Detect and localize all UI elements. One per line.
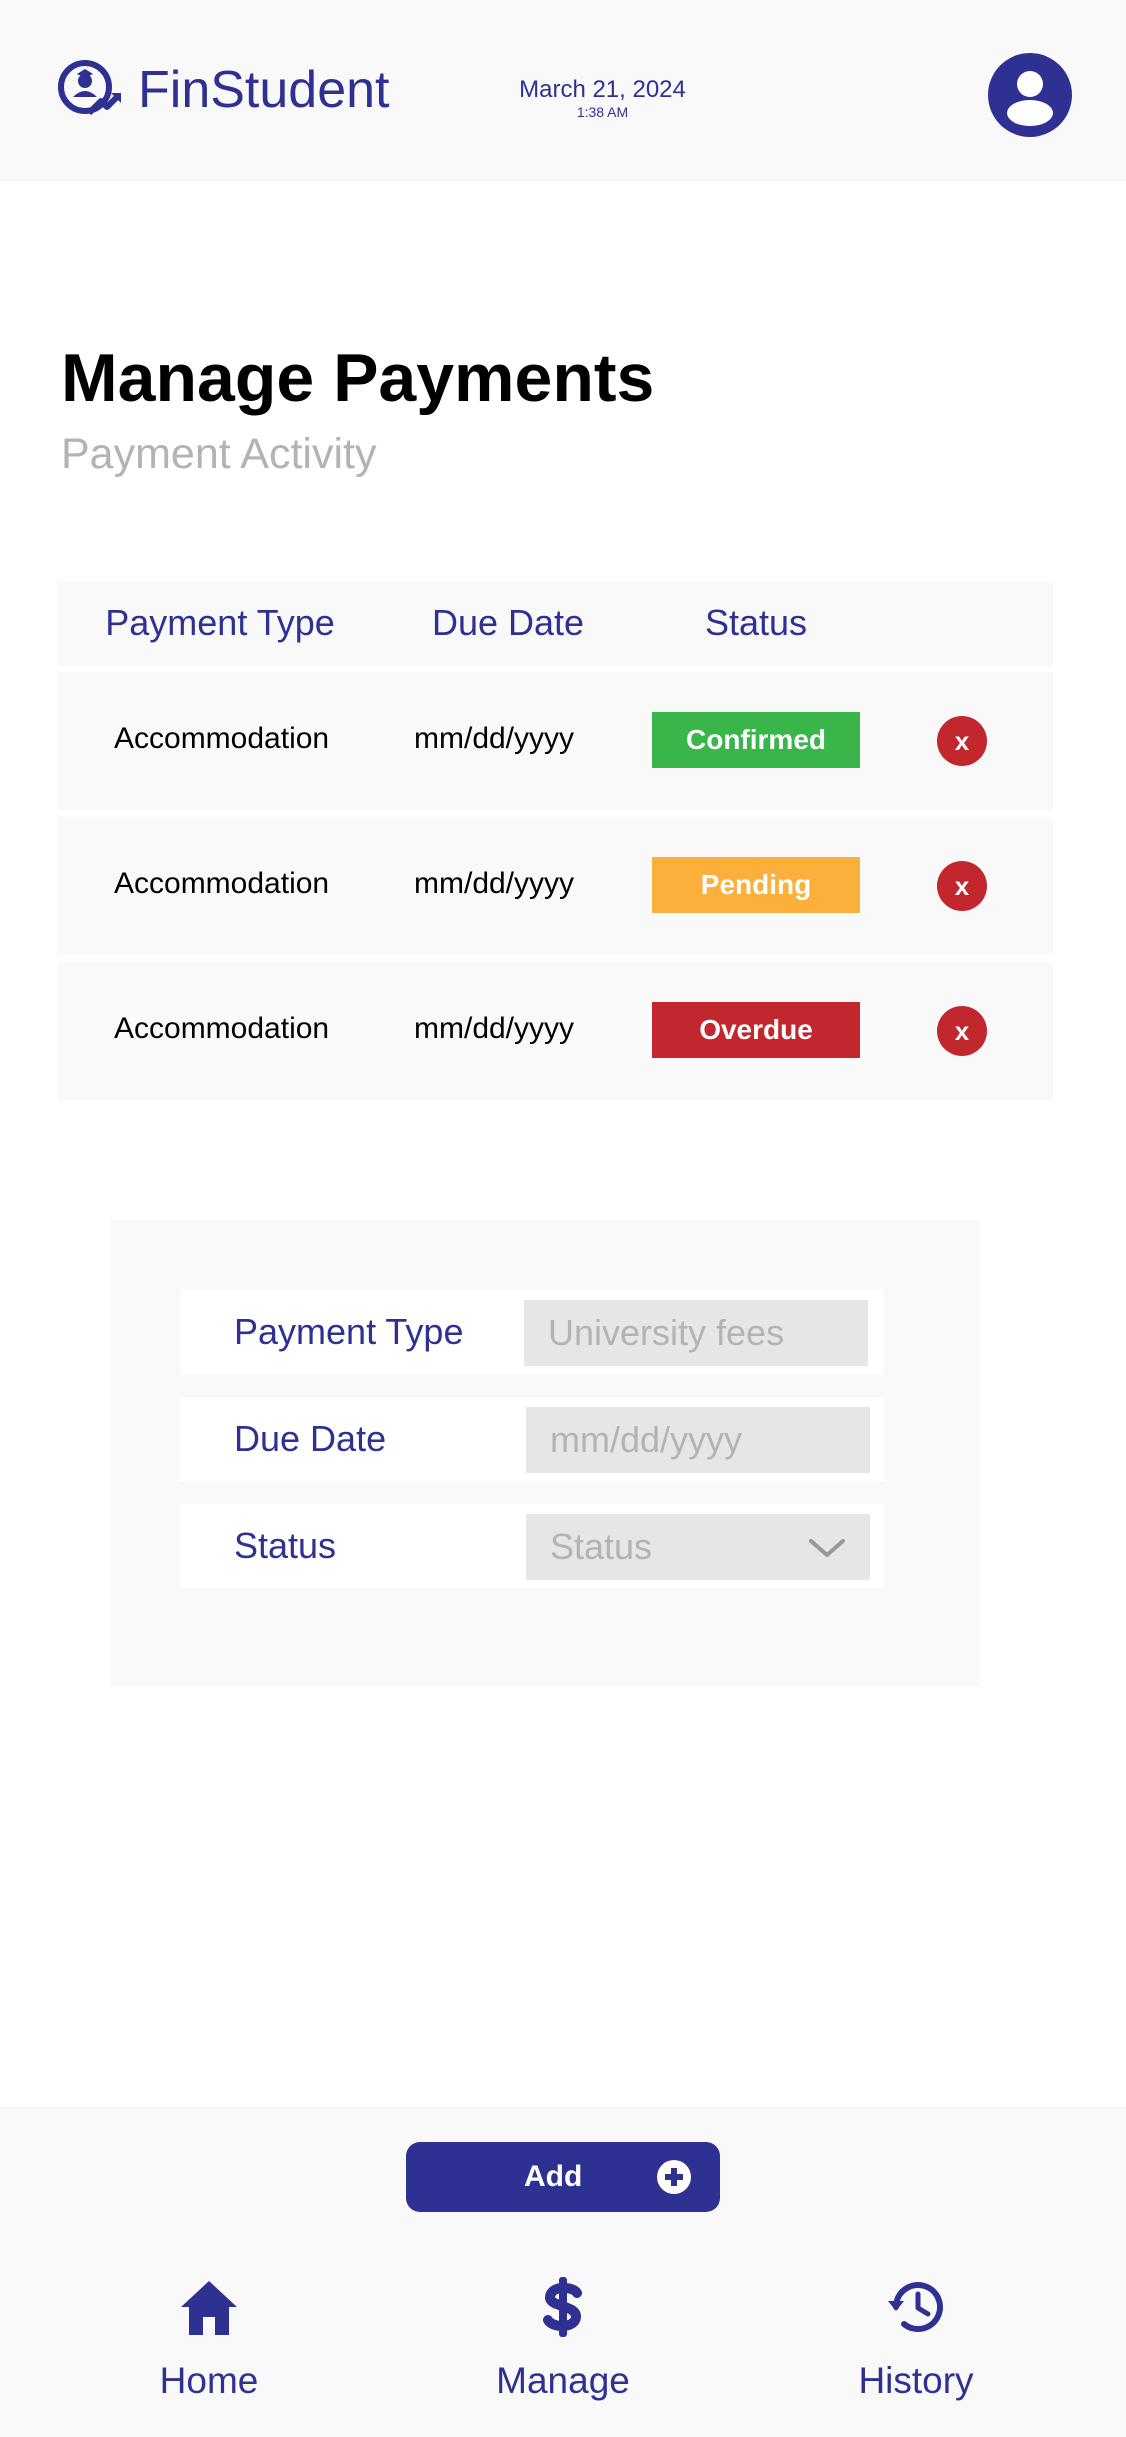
nav-home-label: Home (159, 2360, 259, 2401)
column-header-status: Status (704, 602, 808, 643)
current-date: March 21, 2024 (519, 76, 686, 103)
due-date-input[interactable] (526, 1407, 870, 1473)
nav-manage[interactable]: Manage (448, 2277, 678, 2417)
delete-button[interactable]: x (937, 1006, 987, 1056)
user-icon (1007, 71, 1053, 126)
delete-button[interactable]: x (937, 861, 987, 911)
delete-button[interactable]: x (937, 716, 987, 766)
datetime: March 21, 2024 1:38 AM (470, 76, 735, 120)
status-badge-overdue: Overdue (652, 1002, 860, 1058)
avatar[interactable] (988, 53, 1072, 137)
nav-history-label: History (858, 2360, 974, 2401)
due-date-row: Due Date (180, 1397, 884, 1481)
status-badge-confirmed: Confirmed (652, 712, 860, 768)
plus-circle-icon (657, 2160, 691, 2194)
status-badge-pending: Pending (652, 857, 860, 913)
dollar-icon (543, 2277, 582, 2337)
column-header-due-date: Due Date (431, 602, 585, 643)
status-row: Status Status (180, 1504, 884, 1588)
due-date-label: Due Date (234, 1418, 387, 1459)
page-subtitle: Payment Activity (61, 430, 377, 478)
status-select-value: Status (550, 1526, 653, 1567)
payment-type-label: Payment Type (234, 1311, 464, 1352)
history-icon (888, 2282, 943, 2333)
nav-manage-label: Manage (496, 2360, 630, 2401)
payment-type-cell: Accommodation (114, 722, 330, 755)
due-date-cell: mm/dd/yyyy (414, 722, 575, 755)
payment-type-cell: Accommodation (114, 867, 330, 900)
payment-type-row: Payment Type (180, 1290, 884, 1374)
chevron-down-icon (809, 1539, 845, 1557)
status-label: Status (234, 1525, 337, 1566)
table-row: Accommodation mm/dd/yyyy Overdue x (58, 962, 1053, 1100)
page-title: Manage Payments (61, 340, 655, 416)
app-header: FinStudent March 21, 2024 1:38 AM (0, 0, 1126, 181)
payment-type-input[interactable] (524, 1300, 868, 1366)
nav-home[interactable]: Home (94, 2277, 324, 2417)
brand-name: FinStudent (138, 61, 390, 119)
payment-type-cell: Accommodation (114, 1012, 330, 1045)
add-button-label: Add (524, 2160, 583, 2193)
graduate-growth-icon (58, 60, 122, 116)
column-header-payment-type: Payment Type (105, 602, 335, 643)
nav-history[interactable]: History (801, 2277, 1031, 2417)
table-row: Accommodation mm/dd/yyyy Pending x (58, 817, 1053, 955)
current-time: 1:38 AM (576, 104, 629, 120)
status-select[interactable]: Status (526, 1514, 870, 1580)
due-date-cell: mm/dd/yyyy (414, 867, 575, 900)
bottom-bar: Add Home Manage History (0, 2107, 1126, 2437)
table-header: Payment Type Due Date Status (58, 581, 1053, 666)
home-icon (181, 2281, 237, 2335)
table-row: Accommodation mm/dd/yyyy Confirmed x (58, 672, 1053, 810)
add-payment-form: Payment Type Due Date Status Status (110, 1220, 980, 1686)
add-button[interactable]: Add (406, 2142, 720, 2212)
due-date-cell: mm/dd/yyyy (414, 1012, 575, 1045)
